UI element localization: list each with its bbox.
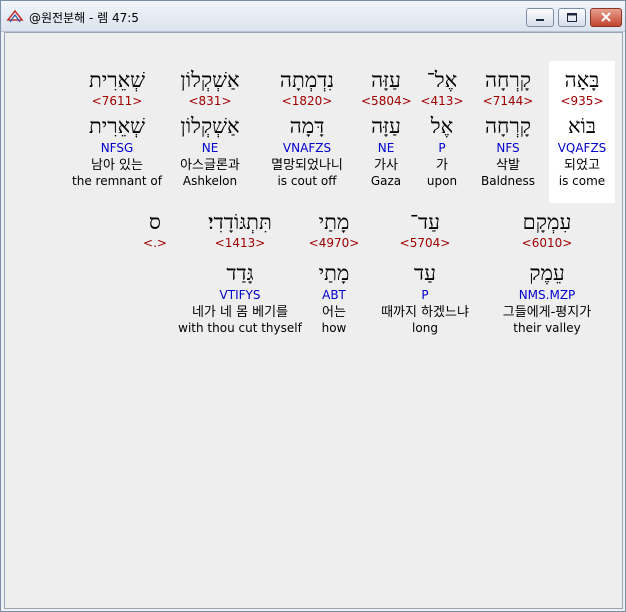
title-bar[interactable]: @원전분해 - 렘 47:5 — [1, 1, 625, 32]
strongs-number[interactable]: <.> — [139, 236, 171, 250]
morph-code[interactable]: NE — [169, 141, 251, 155]
strongs-number[interactable]: <935> — [549, 94, 615, 108]
english-gloss: upon — [426, 174, 458, 188]
lemma: בּוֹא — [567, 114, 597, 138]
word-block[interactable]: מָתַי <4970> מָתַי ABT 어는 how — [307, 209, 361, 335]
maximize-button[interactable] — [558, 8, 586, 27]
word-block[interactable]: ס <.> — [139, 209, 171, 260]
korean-gloss: 가 — [436, 158, 448, 173]
hebrew-word: תִּתְגּוֹדָדִי׃ — [208, 210, 272, 234]
morph-code[interactable]: P — [417, 141, 467, 155]
hebrew-word: אַשְׁקְלוֹן — [180, 68, 240, 92]
word-block[interactable]: שְׁאֵרִית <7611> שְׁאֵרִית NFSG 남아 있는 th… — [71, 67, 163, 188]
close-icon — [601, 12, 611, 22]
minimize-icon — [536, 19, 544, 21]
minimize-button[interactable] — [526, 8, 554, 27]
morph-code[interactable]: VTIFYS — [177, 288, 303, 302]
word-block[interactable]: אַשְׁקְלוֹן <831> אַשְׁקְלוֹן NE 아스글론과 A… — [169, 67, 251, 188]
word-block[interactable]: אֶל־ <413> אֶל P 가 upon — [417, 67, 467, 188]
word-block[interactable]: עַזָּה <5804> עַזָּה NE 가사 Gaza — [361, 67, 412, 188]
word-block[interactable]: בָּאָה <935> בּוֹא VQAFZS 되었고 is come — [549, 67, 615, 188]
lemma: מָתַי — [318, 261, 350, 285]
strongs-number[interactable]: <413> — [417, 94, 467, 108]
lemma: אֶל — [430, 114, 454, 138]
word-block[interactable]: עִמְקָם <6010> עֵמֶק NMS.MZP 그들에게-평지가 th… — [491, 209, 603, 335]
hebrew-word: קָרְחָה — [484, 68, 532, 92]
korean-gloss: 아스글론과 — [180, 158, 240, 173]
morph-code[interactable]: P — [367, 288, 483, 302]
morph-code[interactable]: ABT — [307, 288, 361, 302]
hebrew-word: שְׁאֵרִית — [88, 68, 146, 92]
english-gloss: Baldness — [480, 174, 536, 188]
english-gloss: Gaza — [370, 174, 402, 188]
morph-code[interactable]: NFSG — [71, 141, 163, 155]
english-gloss: with thou cut thyself — [178, 321, 302, 335]
korean-gloss: 어는 — [322, 305, 346, 320]
english-gloss: Ashkelon — [182, 174, 238, 188]
hebrew-word: בָּאָה — [564, 68, 600, 92]
lemma: עַזָּה — [371, 114, 401, 138]
english-gloss: their valley — [513, 321, 581, 335]
hebrew-word: מָתַי — [318, 210, 350, 234]
lemma: עֵמֶק — [529, 261, 565, 285]
korean-gloss: 남아 있는 — [91, 158, 143, 173]
morph-code[interactable]: NFS — [475, 141, 541, 155]
hebrew-word: עִמְקָם — [522, 210, 572, 234]
lemma: עַד — [414, 261, 436, 285]
hebrew-word: ס — [149, 210, 161, 234]
word-block[interactable]: נִדְמְתָה <1820> דָּמָה VNAFZS 멸망되었나니 is… — [259, 67, 355, 188]
lemma: דָּמָה — [289, 114, 325, 138]
app-window: @원전분해 - 렘 47:5 בָּאָה <935> בּוֹא VQAFZS… — [0, 0, 626, 612]
hebrew-word: עַד־ — [409, 210, 441, 234]
korean-gloss: 멸망되었나니 — [271, 158, 343, 173]
lemma: גָּדַד — [226, 261, 254, 285]
strongs-number[interactable]: <831> — [169, 94, 251, 108]
strongs-number[interactable]: <5804> — [361, 94, 412, 108]
korean-gloss: 그들에게-평지가 — [502, 305, 592, 320]
korean-gloss: 때까지 하겠느냐 — [381, 305, 469, 320]
strongs-number[interactable]: <5704> — [367, 236, 483, 250]
english-gloss: how — [321, 321, 347, 335]
window-title: @원전분해 - 렘 47:5 — [29, 11, 139, 25]
hebrew-word: אֶל־ — [426, 68, 458, 92]
lemma: שְׁאֵרִית — [88, 114, 146, 138]
morph-code[interactable]: NE — [361, 141, 411, 155]
word-block[interactable]: עַד־ <5704> עַד P 때까지 하겠느냐 long — [367, 209, 483, 335]
maximize-icon — [567, 13, 577, 22]
lemma: קָרְחָה — [484, 114, 532, 138]
hebrew-word: נִדְמְתָה — [279, 68, 335, 92]
korean-gloss: 삭발 — [496, 158, 520, 173]
close-button[interactable] — [590, 8, 622, 27]
korean-gloss: 가사 — [374, 158, 398, 173]
english-gloss: is come — [558, 174, 606, 188]
morph-code[interactable]: NMS.MZP — [491, 288, 603, 302]
word-block[interactable]: קָרְחָה <7144> קָרְחָה NFS 삭발 Baldness — [475, 67, 541, 188]
lemma: אַשְׁקְלוֹן — [180, 114, 240, 138]
hebrew-word: עַזָּה — [371, 68, 401, 92]
strongs-number[interactable]: <7144> — [475, 94, 541, 108]
english-gloss: the remnant of — [72, 174, 162, 188]
morph-code[interactable]: VQAFZS — [549, 141, 615, 155]
verse-analysis-pane: בָּאָה <935> בּוֹא VQAFZS 되었고 is come קָ… — [4, 32, 623, 609]
bible-app-icon — [6, 7, 24, 25]
morph-code[interactable]: VNAFZS — [259, 141, 355, 155]
word-block[interactable]: תִּתְגּוֹדָדִי׃ <1413> גָּדַד VTIFYS 네가 … — [177, 209, 303, 335]
strongs-number[interactable]: <7611> — [71, 94, 163, 108]
english-gloss: is cout off — [277, 174, 337, 188]
korean-gloss: 되었고 — [564, 158, 600, 173]
strongs-number[interactable]: <4970> — [307, 236, 361, 250]
strongs-number[interactable]: <6010> — [491, 236, 603, 250]
strongs-number[interactable]: <1820> — [259, 94, 355, 108]
korean-gloss: 네가 네 몸 베기를 — [191, 305, 289, 320]
english-gloss: long — [412, 321, 438, 335]
strongs-number[interactable]: <1413> — [177, 236, 303, 250]
